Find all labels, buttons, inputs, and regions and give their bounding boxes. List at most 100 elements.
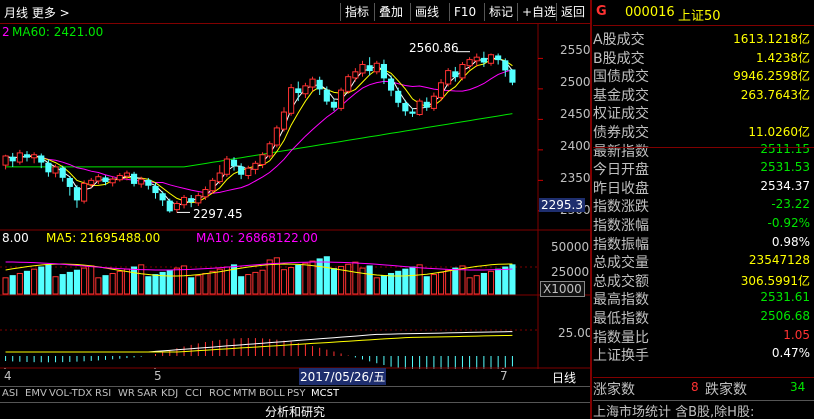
breadth-row: 涨家数 8 跌家数 34	[593, 378, 814, 398]
candle	[509, 69, 516, 83]
candle	[31, 154, 38, 159]
volume-bar	[145, 276, 152, 295]
panel-row: 昨日收盘 2534.37	[593, 178, 814, 197]
volume-bar	[366, 265, 373, 295]
candle	[380, 63, 388, 79]
panel-row: 最低指数 2506.68	[593, 308, 814, 327]
candle	[459, 63, 466, 79]
volume-bar	[480, 272, 487, 295]
status-bar: 分析和研究	[0, 402, 590, 419]
panel-row-label: 上证换手	[593, 348, 649, 365]
index-code: 000016	[625, 5, 675, 20]
volume-bar	[116, 270, 123, 295]
macd-y-tick: 25.00	[558, 326, 593, 340]
panel-sep	[593, 147, 814, 148]
volume-bar	[166, 269, 173, 295]
panel-row: 指数振幅 0.98%	[593, 234, 814, 253]
panel-row: 权证成交	[593, 103, 814, 122]
tab-mcst[interactable]: MCST	[311, 388, 339, 399]
candle	[495, 55, 502, 61]
panel-row: 指数涨跌 -23.22	[593, 196, 814, 215]
candle	[166, 200, 173, 212]
volume-bar	[95, 277, 102, 295]
x-axis-label: 4	[4, 369, 12, 383]
tab-cci[interactable]: CCI	[185, 388, 202, 399]
tab-asi[interactable]: ASI	[2, 388, 18, 399]
add-watchlist-button[interactable]: +自选	[517, 3, 556, 21]
tab-psy[interactable]: PSY	[287, 388, 306, 399]
candle	[466, 59, 473, 67]
ma-short-line	[5, 57, 513, 206]
tab-boll[interactable]: BOLL	[259, 388, 285, 399]
ma-long-line	[5, 69, 513, 194]
vol-y-tick: 50000	[551, 240, 590, 254]
candle	[173, 203, 180, 211]
indicator-tabs: ASI EMV VOL-TDX RSI WR SAR KDJ CCI ROC M…	[0, 386, 590, 401]
panel-row-label: 权证成交	[593, 106, 649, 123]
y-tick-label: 2450	[560, 107, 591, 121]
volume-bar	[88, 265, 95, 295]
candle	[423, 101, 430, 108]
volume-bar	[380, 275, 388, 295]
volume-bar	[123, 268, 131, 295]
tab-kdj[interactable]: KDJ	[161, 388, 178, 399]
period-label[interactable]: 日线	[552, 369, 576, 386]
candle	[209, 179, 216, 192]
candle	[2, 155, 9, 166]
candle	[416, 100, 423, 115]
candle	[102, 177, 109, 183]
y-tick-label: 2500	[560, 75, 591, 89]
tab-mtm[interactable]: MTM	[233, 388, 256, 399]
tab-wr[interactable]: WR	[118, 388, 135, 399]
f10-button[interactable]: F10	[449, 3, 476, 21]
macd-dif-line	[5, 331, 513, 353]
candle	[81, 182, 88, 202]
chart-area[interactable]	[0, 24, 590, 369]
panel-row-label: 债券成交	[593, 125, 649, 141]
candle	[52, 166, 59, 174]
period-menu[interactable]: 月线 更多 >	[4, 4, 70, 21]
x-axis-label: 7	[500, 369, 508, 383]
panel-row-label: 总成交量	[593, 255, 649, 272]
panel-row-label: 指数涨跌	[593, 199, 649, 216]
rise-label: 涨家数	[593, 382, 635, 398]
draw-line-button[interactable]: 画线	[410, 3, 439, 21]
candle	[402, 103, 409, 112]
footer-text: 上海市场统计 含B股,除H股:	[593, 405, 755, 419]
volume-bar	[423, 276, 430, 295]
candle	[266, 143, 273, 157]
volume-bar	[445, 269, 452, 295]
panel-row-value: 2531.53	[760, 160, 810, 175]
y-tick-label: 2350	[560, 171, 591, 185]
panel-row-value: 0.47%	[771, 346, 810, 361]
back-button[interactable]: 返回	[556, 3, 585, 21]
chart-toolbar: 月线 更多 > 指标 叠加 画线 F10 标记 +自选 返回	[0, 0, 590, 24]
volume-bar	[252, 271, 259, 295]
indicator-button[interactable]: 指标	[340, 3, 369, 21]
high-annotation: 2560.86	[409, 41, 459, 55]
y-tick-label: 2550	[560, 43, 591, 57]
candle	[45, 162, 52, 173]
panel-row-value: 2511.15	[760, 141, 810, 156]
tab-sar[interactable]: SAR	[137, 388, 157, 399]
tab-roc[interactable]: ROC	[209, 388, 231, 399]
fall-value: 34	[790, 380, 806, 394]
candle	[295, 88, 302, 94]
tab-rsi[interactable]: RSI	[95, 388, 111, 399]
candle	[345, 76, 352, 92]
candle	[452, 71, 459, 78]
volume-bar	[402, 268, 409, 295]
panel-row: 基金成交 263.7643亿	[593, 85, 814, 104]
volume-bar	[288, 267, 295, 295]
volume-bar	[73, 269, 81, 295]
panel-row-label: 总成交额	[593, 273, 649, 290]
overlay-button[interactable]: 叠加	[374, 3, 403, 21]
panel-row-value: 9946.2598亿	[733, 69, 810, 84]
mark-button[interactable]: 标记	[484, 3, 513, 21]
tab-vol-tdx[interactable]: VOL-TDX	[49, 388, 92, 399]
volume-bar	[466, 277, 473, 295]
panel-row-value: 1613.1218亿	[733, 32, 810, 46]
volume-bar	[416, 264, 423, 295]
tab-emv[interactable]: EMV	[25, 388, 47, 399]
volume-bar	[487, 270, 495, 295]
